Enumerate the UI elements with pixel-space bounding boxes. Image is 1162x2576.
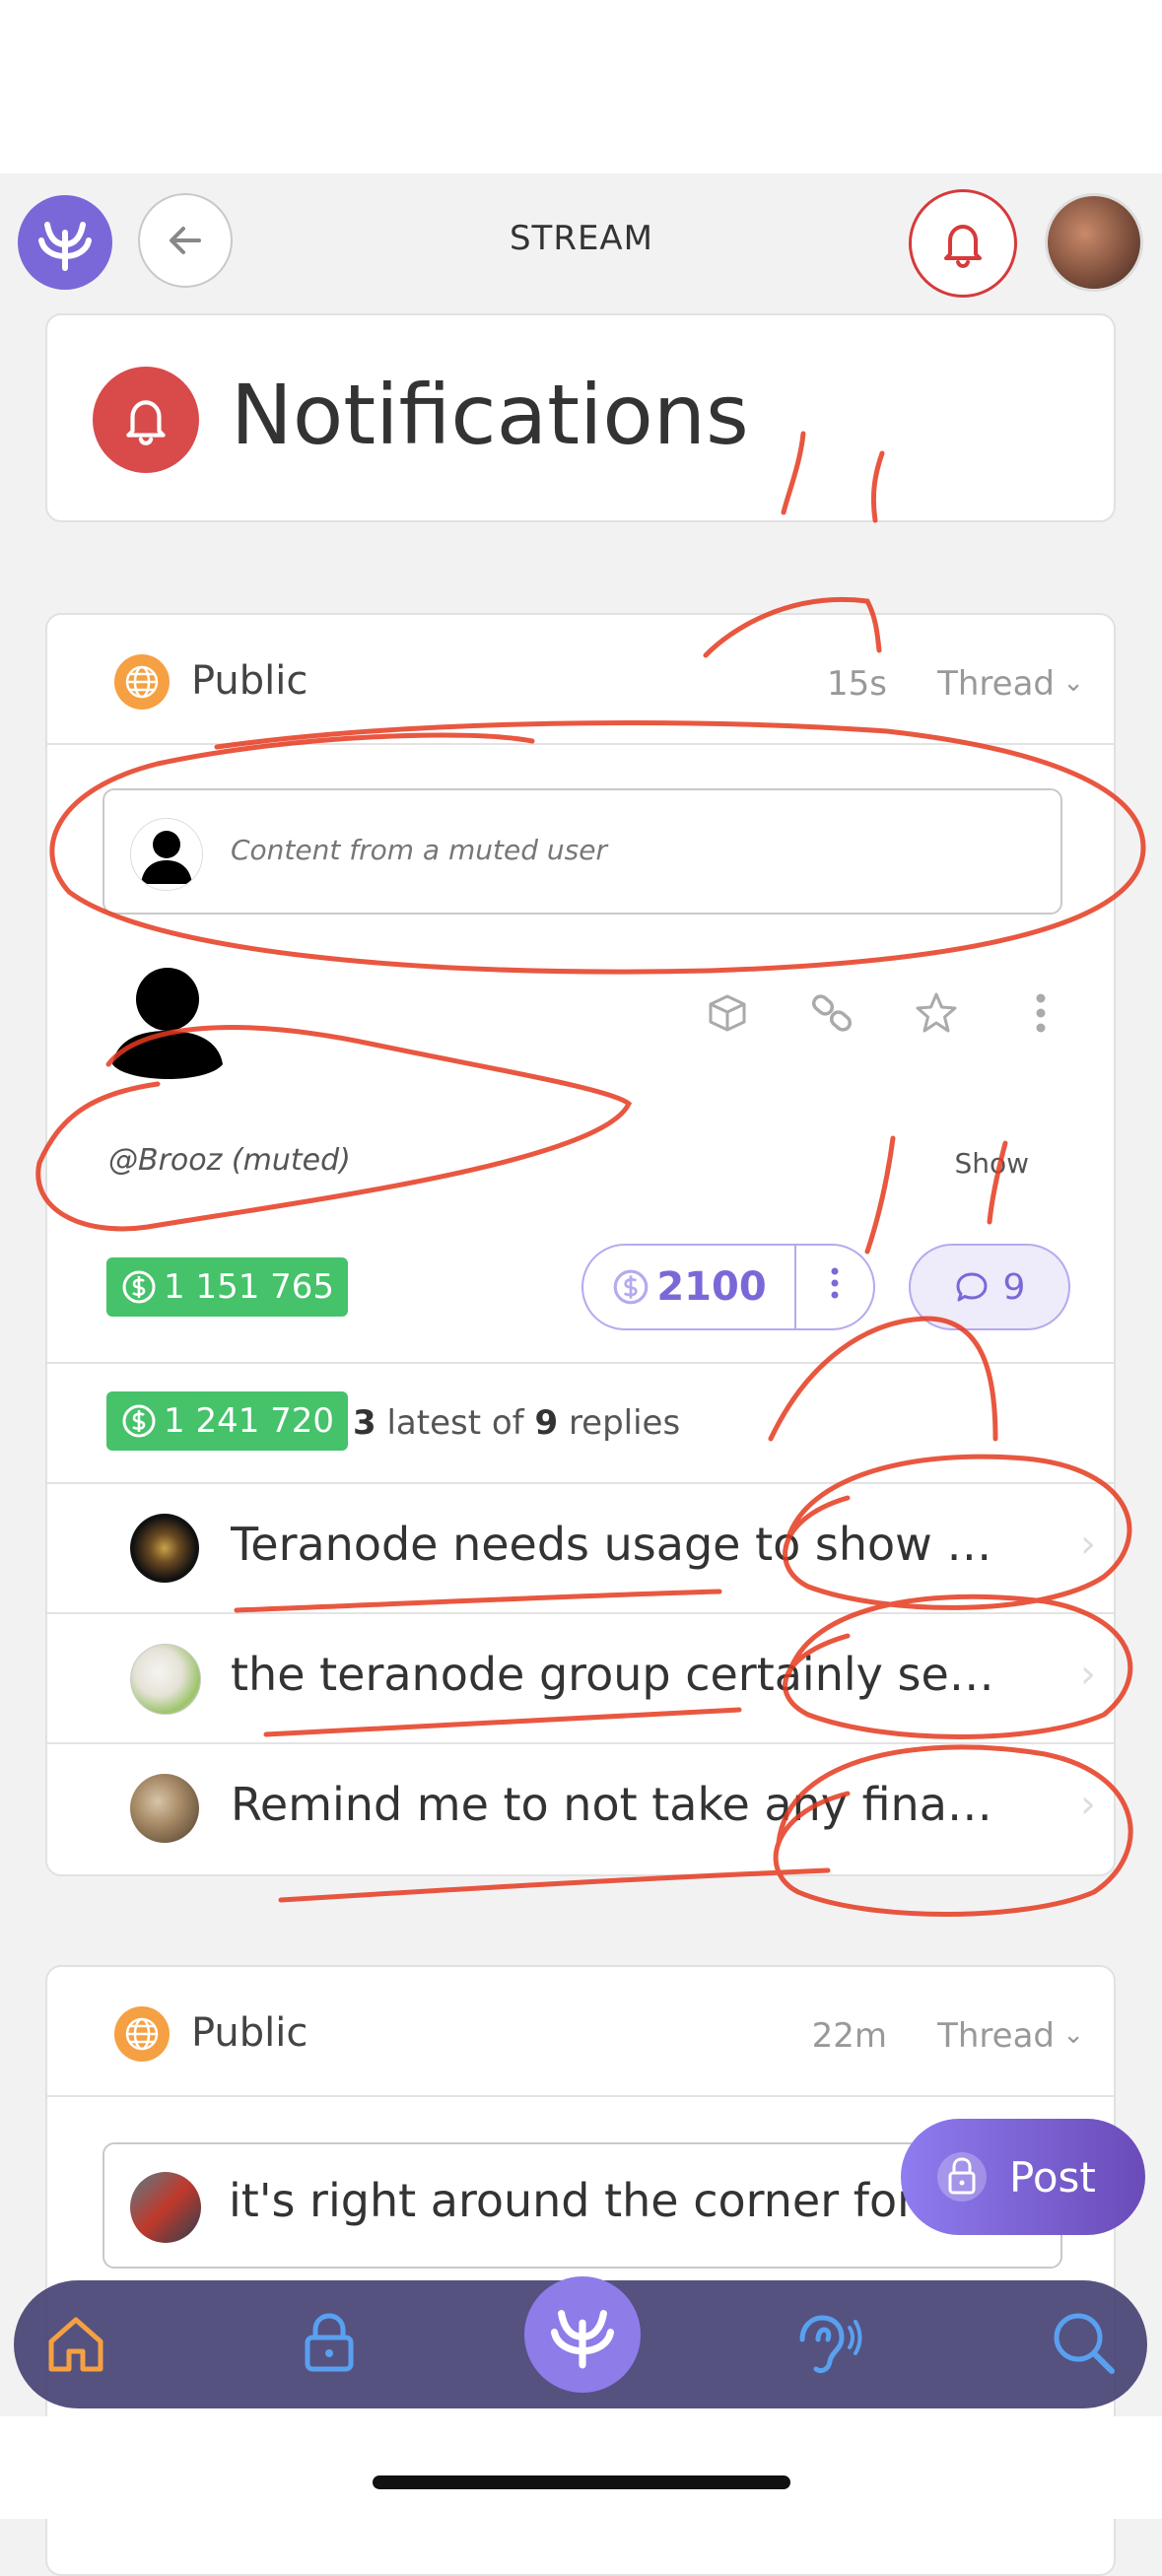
avatar — [130, 1514, 199, 1583]
user-avatar[interactable] — [1045, 193, 1143, 292]
app-logo-button[interactable] — [18, 195, 112, 290]
comments-button[interactable]: 9 — [909, 1244, 1070, 1330]
back-button[interactable] — [138, 193, 233, 288]
lock-icon[interactable] — [300, 2310, 359, 2379]
reply-text: the teranode group certainly seem… — [231, 1648, 1019, 1701]
reply-text: Remind me to not take any financi… — [231, 1778, 1019, 1831]
relayx-logo-icon — [38, 222, 92, 271]
reply-row[interactable]: Remind me to not take any financi… › — [47, 1742, 1114, 1872]
reply-row[interactable]: Teranode needs usage to show off.… › — [47, 1482, 1114, 1612]
coin-icon — [122, 1404, 156, 1438]
post-actions — [704, 989, 1064, 1037]
chevron-right-icon: › — [1080, 1652, 1096, 1697]
post-card: Public 15s Thread ⌄ Content from a muted… — [45, 613, 1116, 1876]
page-title: STREAM — [509, 219, 654, 258]
notifications-header-card: Notifications — [45, 313, 1116, 522]
thread-dropdown[interactable]: Thread — [937, 664, 1055, 704]
avatar — [130, 818, 203, 891]
more-vertical-icon — [831, 1267, 839, 1298]
reply-text: Teranode needs usage to show off.… — [231, 1518, 1019, 1571]
globe-icon — [114, 2006, 170, 2062]
comment-icon — [956, 1272, 988, 1302]
replies-total-count: 9 — [534, 1403, 559, 1443]
chevron-down-icon[interactable]: ⌄ — [1062, 2020, 1084, 2050]
voice-icon[interactable] — [792, 2310, 865, 2383]
cube-icon[interactable] — [704, 989, 751, 1037]
show-button[interactable]: Show — [954, 1147, 1029, 1180]
balance-badge: 1 151 765 — [106, 1257, 349, 1317]
status-bar-area — [0, 0, 1162, 173]
replies-latest-label: latest of — [386, 1403, 524, 1443]
post-header: Public 15s Thread ⌄ — [47, 615, 1114, 745]
muted-content-box[interactable]: Content from a muted user — [103, 788, 1062, 915]
bell-icon — [93, 367, 199, 473]
replies-summary[interactable]: 3 latest of 9 replies — [353, 1403, 680, 1443]
globe-icon — [114, 654, 170, 710]
replies-balance-badge: 1 241 720 — [106, 1391, 349, 1451]
avatar — [130, 2172, 201, 2243]
author-handle[interactable]: @Brooz (muted) — [108, 1143, 351, 1178]
pay-options-button[interactable] — [796, 1266, 873, 1309]
visibility-label: Public — [191, 658, 308, 704]
more-vertical-icon[interactable] — [1017, 989, 1064, 1037]
new-post-label: Post — [1009, 2152, 1096, 2202]
notifications-title: Notifications — [231, 367, 749, 463]
bottom-nav — [14, 2276, 1147, 2408]
comment-count: 9 — [1002, 1266, 1026, 1308]
reply-row[interactable]: the teranode group certainly seem… › — [47, 1612, 1114, 1742]
search-icon[interactable] — [1049, 2308, 1118, 2381]
home-indicator-area — [0, 2416, 1162, 2519]
star-icon[interactable] — [913, 989, 960, 1037]
pay-button-group: 2100 — [581, 1244, 875, 1330]
post-time: 15s — [827, 664, 887, 704]
bell-icon — [944, 225, 982, 269]
notifications-button[interactable] — [909, 189, 1017, 298]
balance-value: 1 151 765 — [164, 1267, 335, 1307]
avatar — [130, 1644, 201, 1715]
pay-button[interactable]: 2100 — [583, 1246, 796, 1328]
divider — [47, 1362, 1114, 1364]
relayx-logo-icon[interactable] — [524, 2276, 641, 2393]
chevron-right-icon: › — [1080, 1522, 1096, 1567]
post-header: Public 22m Thread ⌄ — [47, 1967, 1114, 2097]
chevron-down-icon[interactable]: ⌄ — [1062, 668, 1084, 698]
replies-latest-count: 3 — [353, 1403, 376, 1443]
visibility-label: Public — [191, 2010, 308, 2056]
new-post-button[interactable]: Post — [901, 2119, 1145, 2235]
home-indicator[interactable] — [373, 2475, 790, 2489]
replies-label: replies — [568, 1403, 681, 1443]
post-time: 22m — [811, 2016, 887, 2056]
muted-notice: Content from a muted user — [231, 834, 607, 866]
coin-icon — [122, 1270, 156, 1304]
author-avatar[interactable] — [108, 962, 227, 1086]
quoted-post-text: it's right around the corner for ye — [229, 2174, 986, 2227]
thread-dropdown[interactable]: Thread — [937, 2016, 1055, 2056]
coin-icon — [613, 1269, 649, 1305]
link-icon[interactable] — [808, 989, 855, 1037]
replies-balance-value: 1 241 720 — [164, 1401, 335, 1441]
lock-icon — [937, 2152, 987, 2202]
chevron-right-icon: › — [1080, 1782, 1096, 1827]
avatar — [130, 1774, 199, 1843]
home-icon[interactable] — [43, 2312, 108, 2381]
pay-amount: 2100 — [656, 1264, 767, 1310]
back-arrow-icon — [170, 227, 201, 254]
